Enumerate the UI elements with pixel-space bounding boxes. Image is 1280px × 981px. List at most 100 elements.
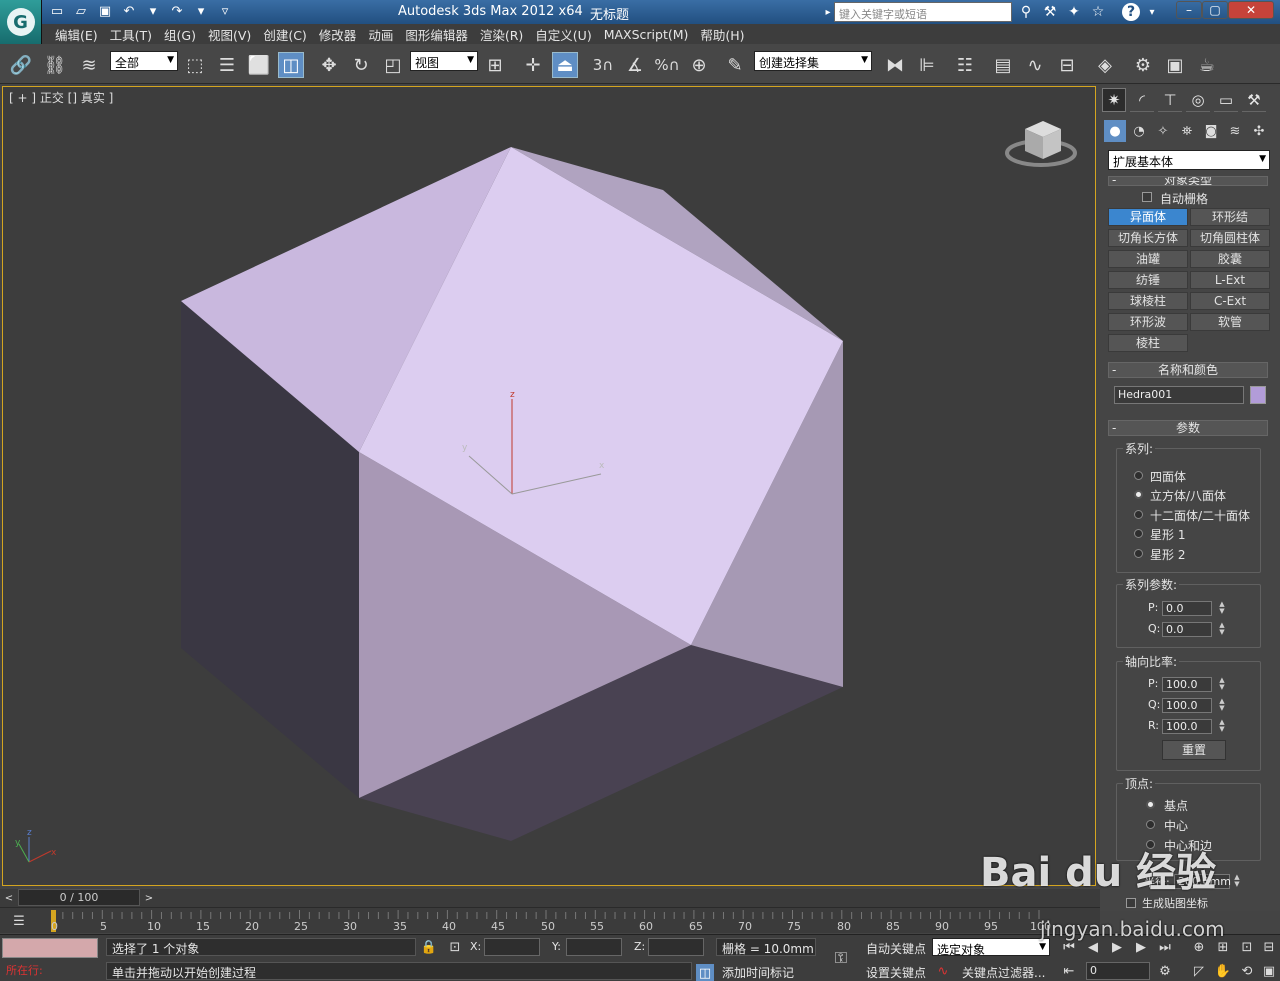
key-mode-dropdown[interactable]: 选定对象 bbox=[932, 938, 1050, 957]
favorites-icon[interactable]: ☆ bbox=[1088, 2, 1108, 22]
hierarchy-tab-icon[interactable]: ⊤ bbox=[1158, 88, 1182, 112]
c-ext-button[interactable]: C-Ext bbox=[1190, 292, 1270, 310]
family-cube-octa-radio[interactable] bbox=[1134, 490, 1143, 499]
selection-lock-icon[interactable]: 🔒 bbox=[420, 938, 438, 956]
snaps-toggle-icon[interactable]: 3 ∩ bbox=[590, 52, 616, 78]
geometry-category-dropdown[interactable]: 扩展基本体 bbox=[1108, 150, 1270, 170]
radius-spinner-arrows[interactable]: ▲ ▼ bbox=[1232, 874, 1242, 889]
open-file-icon[interactable]: ▱ bbox=[72, 2, 90, 20]
utilities-tab-icon[interactable]: ⚒ bbox=[1242, 88, 1266, 112]
help-dropdown-icon[interactable]: ▾ bbox=[1142, 2, 1162, 22]
bind-space-warp-icon[interactable]: ≋ bbox=[76, 52, 102, 78]
mirror-icon[interactable]: ⧓ bbox=[882, 52, 908, 78]
capsule-button[interactable]: 胶囊 bbox=[1190, 250, 1270, 268]
oil-tank-button[interactable]: 油罐 bbox=[1108, 250, 1188, 268]
maximize-button[interactable]: ▢ bbox=[1202, 1, 1228, 19]
menu-create[interactable]: 创建(C) bbox=[257, 25, 312, 44]
set-key-button[interactable]: 设置关键点 bbox=[866, 964, 926, 981]
axis-p-spinner-arrows[interactable]: ▲ ▼ bbox=[1217, 677, 1227, 692]
time-prev-icon[interactable]: < bbox=[0, 889, 18, 907]
undo-dropdown-icon[interactable]: ▾ bbox=[144, 2, 162, 20]
y-coord-field[interactable] bbox=[566, 938, 622, 956]
named-selection-dropdown[interactable]: 创建选择集 bbox=[754, 51, 872, 71]
select-and-link-icon[interactable]: 🔗 bbox=[8, 52, 34, 78]
add-time-tag[interactable]: 添加时间标记 bbox=[722, 964, 794, 981]
axis-r-spinner[interactable]: 100.0 bbox=[1162, 719, 1212, 734]
new-file-icon[interactable]: ▭ bbox=[48, 2, 66, 20]
time-slider[interactable]: 0 / 100 bbox=[18, 889, 140, 906]
family-tetra-radio[interactable] bbox=[1134, 471, 1143, 480]
zoom-extents-all-icon[interactable]: ⊟ bbox=[1260, 938, 1278, 956]
menu-edit[interactable]: 编辑(E) bbox=[49, 25, 104, 44]
percent-snap-icon[interactable]: % ∩ bbox=[654, 52, 680, 78]
name-color-rollout[interactable]: - 名称和颜色 bbox=[1108, 362, 1268, 378]
spinner-snap-icon[interactable]: ⊕ bbox=[686, 52, 712, 78]
communication-icon[interactable]: ✦ bbox=[1064, 2, 1084, 22]
spindle-button[interactable]: 纺锤 bbox=[1108, 271, 1188, 289]
family-star1-radio[interactable] bbox=[1134, 529, 1143, 538]
object-color-swatch[interactable] bbox=[1250, 386, 1266, 404]
l-ext-button[interactable]: L-Ext bbox=[1190, 271, 1270, 289]
select-by-name-icon[interactable]: ☰ bbox=[214, 52, 240, 78]
layer-manager-icon[interactable]: ☷ bbox=[952, 52, 978, 78]
menu-modifiers[interactable]: 修改器 bbox=[313, 25, 363, 44]
ribbon-icon[interactable]: ▤ bbox=[990, 52, 1016, 78]
redo-icon[interactable]: ↷ bbox=[168, 2, 186, 20]
menu-help[interactable]: 帮助(H) bbox=[694, 25, 750, 44]
family-star2-radio[interactable] bbox=[1134, 549, 1143, 558]
menu-views[interactable]: 视图(V) bbox=[202, 25, 257, 44]
align-icon[interactable]: ⊫ bbox=[914, 52, 940, 78]
hedra-button[interactable]: 异面体 bbox=[1108, 208, 1188, 226]
reset-button[interactable]: 重置 bbox=[1162, 740, 1226, 760]
binoculars-icon[interactable]: ⚲ bbox=[1016, 2, 1036, 22]
vertex-basepoint-radio[interactable] bbox=[1146, 800, 1155, 809]
set-key-icon[interactable]: ⚿ bbox=[832, 948, 850, 967]
undo-icon[interactable]: ↶ bbox=[120, 2, 138, 20]
create-tab-icon[interactable]: ✷ bbox=[1102, 88, 1126, 112]
family-p-spinner-arrows[interactable]: ▲ ▼ bbox=[1217, 601, 1227, 616]
display-tab-icon[interactable]: ▭ bbox=[1214, 88, 1238, 112]
lights-icon[interactable]: ✧ bbox=[1152, 120, 1174, 142]
window-crossing-icon[interactable]: ◫ bbox=[278, 52, 304, 78]
render-production-icon[interactable]: ☕ bbox=[1194, 52, 1220, 78]
shapes-icon[interactable]: ◔ bbox=[1128, 120, 1150, 142]
menu-group[interactable]: 组(G) bbox=[158, 25, 202, 44]
menu-animation[interactable]: 动画 bbox=[362, 25, 399, 44]
cameras-icon[interactable]: ⛯ bbox=[1176, 120, 1198, 142]
family-dodec-icos-radio[interactable] bbox=[1134, 510, 1143, 519]
motion-tab-icon[interactable]: ◎ bbox=[1186, 88, 1210, 112]
time-config-icon[interactable]: ⚙ bbox=[1156, 962, 1174, 980]
time-next-icon[interactable]: > bbox=[140, 889, 158, 907]
object-type-rollout[interactable]: - 对象类型 bbox=[1108, 176, 1268, 186]
perspective-viewport[interactable]: [ + ] 正交 [] 真实 ] z y x z y x bbox=[2, 86, 1096, 886]
edit-named-selection-icon[interactable]: ✎ bbox=[722, 52, 748, 78]
menu-rendering[interactable]: 渲染(R) bbox=[474, 25, 529, 44]
menu-maxscript[interactable]: MAXScript(M) bbox=[598, 27, 695, 42]
time-tag-icon[interactable]: ◫ bbox=[696, 964, 714, 981]
save-file-icon[interactable]: ▣ bbox=[96, 2, 114, 20]
family-q-spinner-arrows[interactable]: ▲ ▼ bbox=[1217, 622, 1227, 637]
space-warps-icon[interactable]: ≋ bbox=[1224, 120, 1246, 142]
helpers-icon[interactable]: ◙ bbox=[1200, 120, 1222, 142]
menu-graph-editors[interactable]: 图形编辑器 bbox=[399, 25, 474, 44]
key-mode-toggle-icon[interactable]: ⇤ bbox=[1060, 962, 1078, 980]
quick-access-menu-icon[interactable]: ▿ bbox=[216, 2, 234, 20]
pivot-center-icon[interactable]: ⊞ bbox=[482, 52, 508, 78]
chamfer-cyl-button[interactable]: 切角圆柱体 bbox=[1190, 229, 1270, 247]
search-input[interactable]: 键入关键字或短语 bbox=[834, 2, 1012, 22]
menu-customize[interactable]: 自定义(U) bbox=[529, 25, 597, 44]
schematic-view-icon[interactable]: ⊟ bbox=[1054, 52, 1080, 78]
zoom-extents-icon[interactable]: ⊡ bbox=[1238, 938, 1256, 956]
pan-icon[interactable]: ✋ bbox=[1214, 962, 1232, 980]
redo-dropdown-icon[interactable]: ▾ bbox=[192, 2, 210, 20]
scale-icon[interactable]: ◰ bbox=[380, 52, 406, 78]
keyboard-shortcut-override-icon[interactable]: ⏏ bbox=[552, 52, 578, 78]
select-object-icon[interactable]: ⬚ bbox=[182, 52, 208, 78]
z-coord-field[interactable] bbox=[648, 938, 704, 956]
material-editor-icon[interactable]: ◈ bbox=[1092, 52, 1118, 78]
geometry-icon[interactable]: ● bbox=[1104, 120, 1126, 142]
field-of-view-icon[interactable]: ◸ bbox=[1190, 962, 1208, 980]
axis-p-spinner[interactable]: 100.0 bbox=[1162, 677, 1212, 692]
angle-snap-icon[interactable]: ∡ bbox=[622, 52, 648, 78]
app-menu-button[interactable]: G bbox=[0, 0, 42, 44]
